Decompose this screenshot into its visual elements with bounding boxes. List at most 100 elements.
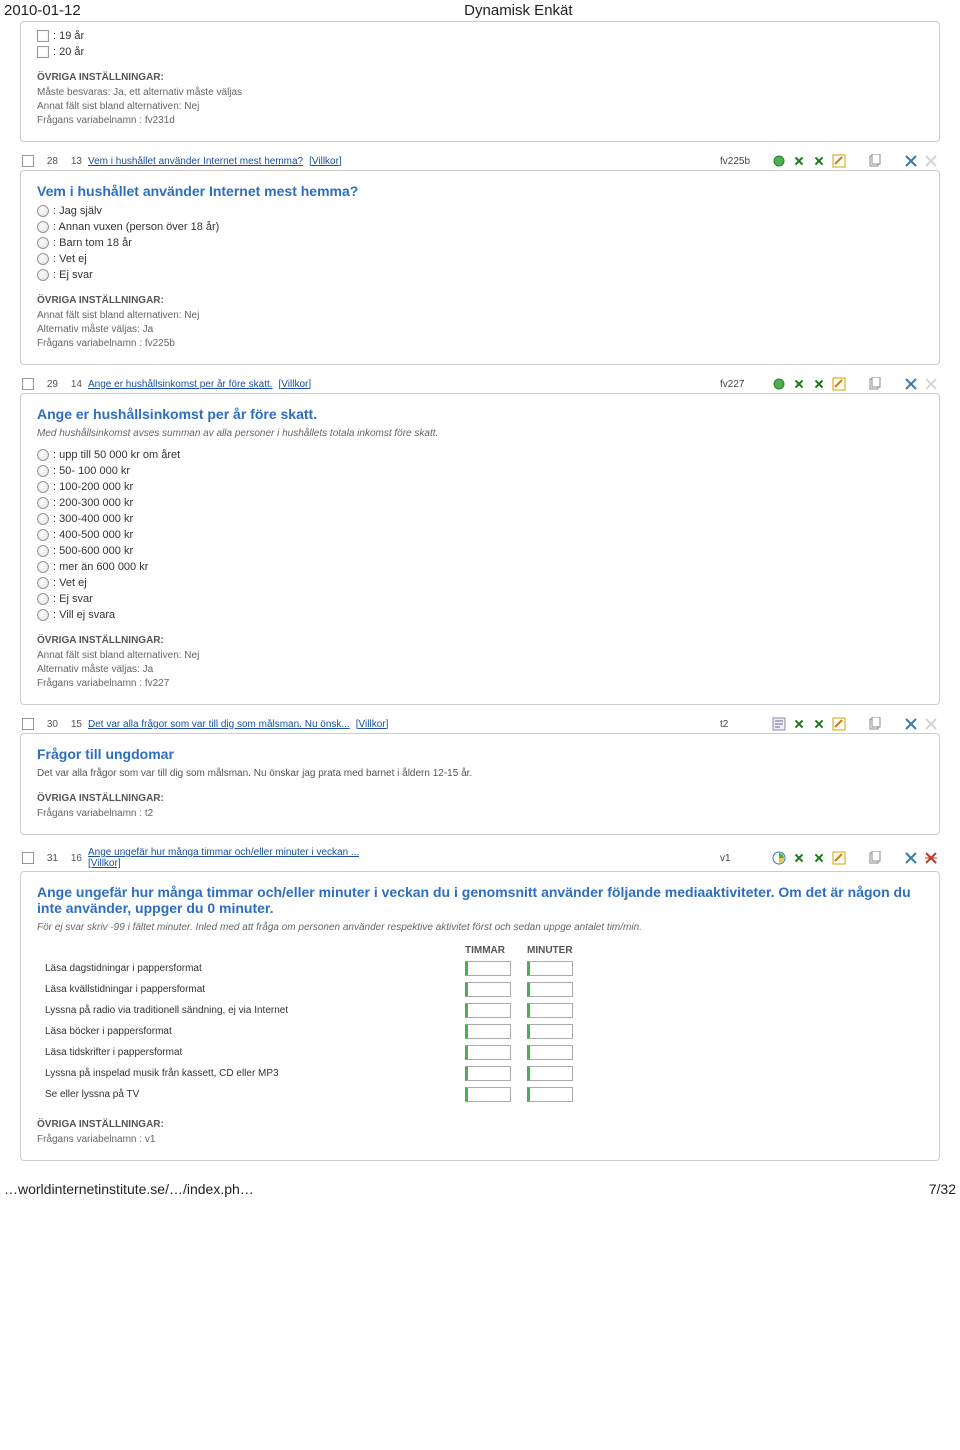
move-down-icon[interactable] — [812, 377, 826, 391]
move-down-icon[interactable] — [812, 154, 826, 168]
move-down-icon[interactable] — [812, 851, 826, 865]
question-subtext: Det var alla frågor som var till dig som… — [37, 768, 923, 779]
radio-icon[interactable] — [37, 221, 49, 233]
settings-block: ÖVRIGA INSTÄLLNINGAR: Frågans variabelna… — [37, 793, 923, 819]
panel-q31: Ange ungefär hur många timmar och/eller … — [20, 871, 940, 1161]
minutes-input[interactable] — [527, 1024, 573, 1039]
radio-icon[interactable] — [37, 593, 49, 605]
settings-heading: ÖVRIGA INSTÄLLNINGAR: — [37, 295, 923, 306]
list-item: : upp till 50 000 kr om året — [37, 449, 923, 461]
delete-icon[interactable] — [904, 851, 918, 865]
radio-icon[interactable] — [37, 561, 49, 573]
option-label: : upp till 50 000 kr om året — [53, 449, 180, 461]
option-label: : Ej svar — [53, 593, 93, 605]
variable-name: fv227 — [720, 379, 766, 390]
hours-input[interactable] — [465, 982, 511, 997]
list-item: : 20 år — [37, 46, 923, 58]
radio-icon[interactable] — [37, 205, 49, 217]
edit-icon[interactable] — [832, 154, 846, 168]
minutes-input[interactable] — [527, 982, 573, 997]
hours-input[interactable] — [465, 961, 511, 976]
radio-type-icon — [772, 377, 786, 391]
variable-name: t2 — [720, 719, 766, 730]
option-label: : 50- 100 000 kr — [53, 465, 130, 477]
move-up-icon[interactable] — [792, 717, 806, 731]
list-item: : Annan vuxen (person över 18 år) — [37, 221, 923, 233]
radio-icon[interactable] — [37, 545, 49, 557]
question-subtext: För ej svar skriv -99 i fältet minuter. … — [37, 922, 923, 933]
question-order: 13 — [64, 156, 82, 167]
question-link[interactable]: Ange er hushållsinkomst per år före skat… — [88, 379, 273, 390]
question-link[interactable]: Det var alla frågor som var till dig som… — [88, 719, 350, 730]
select-checkbox[interactable] — [22, 718, 34, 730]
condition-link[interactable]: [Villkor] — [88, 858, 359, 869]
condition-link[interactable]: [Villkor] — [356, 719, 389, 730]
minutes-input[interactable] — [527, 1003, 573, 1018]
list-item: : 300-400 000 kr — [37, 513, 923, 525]
move-up-icon[interactable] — [792, 851, 806, 865]
copy-icon[interactable] — [868, 851, 882, 865]
option-label: : Barn tom 18 år — [53, 237, 132, 249]
radio-icon[interactable] — [37, 237, 49, 249]
question-link[interactable]: Ange ungefär hur många timmar och/eller … — [88, 847, 359, 858]
delete-alt-icon[interactable] — [924, 851, 938, 865]
list-item: : Jag själv — [37, 205, 923, 217]
minutes-input[interactable] — [527, 1066, 573, 1081]
edit-icon[interactable] — [832, 377, 846, 391]
list-item: : Vet ej — [37, 577, 923, 589]
delete-icon[interactable] — [904, 377, 918, 391]
condition-link[interactable]: [Villkor] — [279, 379, 312, 390]
move-down-icon[interactable] — [812, 717, 826, 731]
minutes-input[interactable] — [527, 961, 573, 976]
radio-icon[interactable] — [37, 449, 49, 461]
question-order: 14 — [64, 379, 82, 390]
hours-input[interactable] — [465, 1024, 511, 1039]
radio-icon[interactable] — [37, 513, 49, 525]
panel-q30: Frågor till ungdomar Det var alla frågor… — [20, 733, 940, 835]
matrix-row-label: Se eller lyssna på TV — [37, 1084, 457, 1105]
move-up-icon[interactable] — [792, 377, 806, 391]
option-label: : 300-400 000 kr — [53, 513, 133, 525]
settings-line: Alternativ måste väljas: Ja — [37, 664, 923, 675]
copy-icon[interactable] — [868, 154, 882, 168]
delete-icon[interactable] — [904, 717, 918, 731]
radio-icon[interactable] — [37, 609, 49, 621]
edit-icon[interactable] — [832, 851, 846, 865]
select-checkbox[interactable] — [22, 155, 34, 167]
condition-link[interactable]: [Villkor] — [309, 156, 342, 167]
hours-input[interactable] — [465, 1003, 511, 1018]
radio-icon[interactable] — [37, 253, 49, 265]
radio-icon[interactable] — [37, 481, 49, 493]
copy-icon[interactable] — [868, 717, 882, 731]
settings-line: Frågans variabelnamn : v1 — [37, 1134, 923, 1145]
settings-line: Frågans variabelnamn : t2 — [37, 808, 923, 819]
move-up-icon[interactable] — [792, 154, 806, 168]
radio-icon[interactable] — [37, 577, 49, 589]
hours-input[interactable] — [465, 1087, 511, 1102]
option-label: : 100-200 000 kr — [53, 481, 133, 493]
list-item: : Vet ej — [37, 253, 923, 265]
option-label: : 20 år — [53, 46, 84, 58]
delete-icon[interactable] — [904, 154, 918, 168]
radio-icon[interactable] — [37, 269, 49, 281]
hours-input[interactable] — [465, 1045, 511, 1060]
question-index: 30 — [40, 719, 58, 730]
radio-icon[interactable] — [37, 465, 49, 477]
radio-icon[interactable] — [37, 529, 49, 541]
minutes-input[interactable] — [527, 1045, 573, 1060]
radio-icon[interactable] — [37, 497, 49, 509]
list-item: : Barn tom 18 år — [37, 237, 923, 249]
list-item: : mer än 600 000 kr — [37, 561, 923, 573]
settings-line: Måste besvaras: Ja, ett alternativ måste… — [37, 87, 923, 98]
checkbox-icon[interactable] — [37, 30, 49, 42]
select-checkbox[interactable] — [22, 852, 34, 864]
select-checkbox[interactable] — [22, 378, 34, 390]
checkbox-icon[interactable] — [37, 46, 49, 58]
question-link[interactable]: Vem i hushållet använder Internet mest h… — [88, 156, 303, 167]
edit-icon[interactable] — [832, 717, 846, 731]
page-header: 2010-01-12 Dynamisk Enkät — [0, 0, 960, 21]
settings-heading: ÖVRIGA INSTÄLLNINGAR: — [37, 72, 923, 83]
minutes-input[interactable] — [527, 1087, 573, 1102]
copy-icon[interactable] — [868, 377, 882, 391]
hours-input[interactable] — [465, 1066, 511, 1081]
